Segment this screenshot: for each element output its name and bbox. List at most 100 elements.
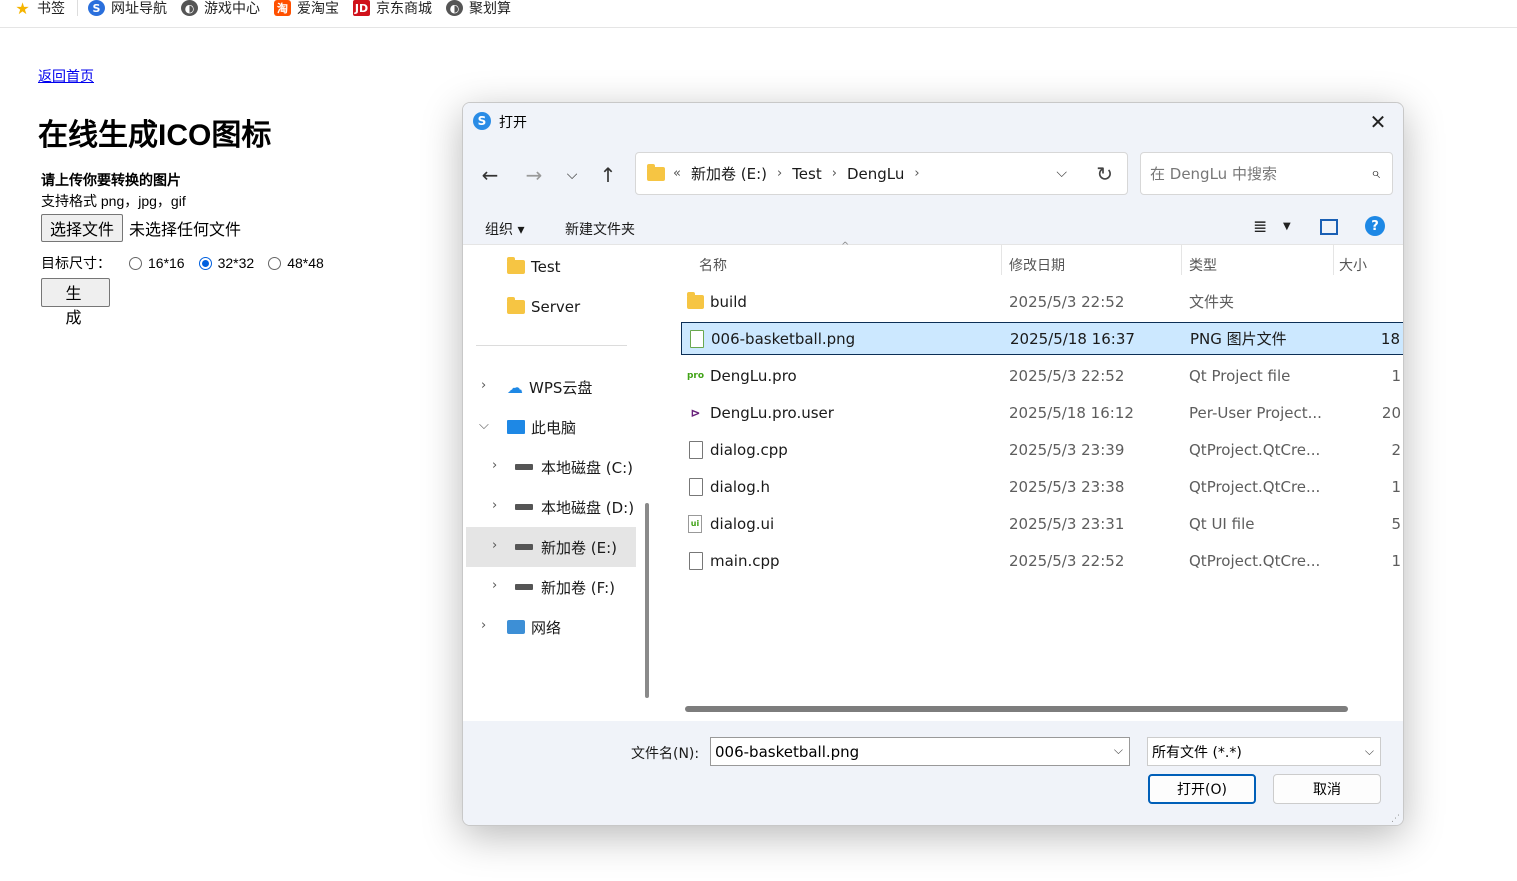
address-overflow[interactable]: «: [673, 166, 681, 181]
file-row-dialog-h[interactable]: dialog.h 2025/5/3 23:38 QtProject.QtCre.…: [681, 470, 1403, 503]
page-title: 在线生成ICO图标: [38, 119, 272, 152]
navigation-pane: Test Server › ☁ WPS云盘 ⌵ 此电脑 › 本地磁盘 (C:) …: [463, 245, 638, 721]
column-divider[interactable]: [1001, 245, 1002, 275]
taobao-icon: 淘: [274, 0, 291, 16]
up-arrow-icon[interactable]: ↑: [594, 161, 622, 189]
breadcrumb-drive[interactable]: 新加卷 (E:): [691, 163, 767, 184]
cancel-button[interactable]: 取消: [1273, 774, 1381, 804]
file-row-denglu-pro-user[interactable]: ⊳ DengLu.pro.user 2025/5/18 16:12 Per-Us…: [681, 396, 1403, 429]
nav-item-network[interactable]: 网络: [507, 607, 561, 647]
column-divider[interactable]: [1181, 245, 1182, 275]
file-row-dialog-ui[interactable]: ui dialog.ui 2025/5/3 23:31 Qt UI file 5: [681, 507, 1403, 540]
file-list-header: ^ 名称 修改日期 类型 大小: [661, 241, 1403, 279]
search-box[interactable]: 在 DengLu 中搜索 ⌕: [1140, 152, 1393, 195]
nav-item-drive-f[interactable]: 新加卷 (F:): [515, 567, 615, 607]
upload-title: 请上传你要转换的图片: [41, 172, 181, 188]
breadcrumb-chevron-icon[interactable]: ›: [777, 166, 782, 181]
breadcrumb-chevron-icon[interactable]: ›: [914, 166, 919, 181]
expand-chevron-icon[interactable]: ›: [492, 498, 497, 513]
view-options-chevron-icon[interactable]: ▼: [1283, 221, 1291, 232]
column-name[interactable]: 名称: [699, 255, 727, 275]
breadcrumb-denglu[interactable]: DengLu: [847, 165, 904, 183]
filter-dropdown-icon[interactable]: ⌵: [1365, 744, 1374, 759]
file-row-dialog-cpp[interactable]: dialog.cpp 2025/5/3 23:39 QtProject.QtCr…: [681, 433, 1403, 466]
resize-grip-icon[interactable]: ⋰: [1391, 814, 1400, 824]
address-dropdown-icon[interactable]: ⌵: [1056, 165, 1067, 181]
column-size[interactable]: 大小: [1339, 255, 1367, 275]
file-row-build[interactable]: build 2025/5/3 22:52 文件夹: [681, 285, 1403, 318]
size-option-label: 32*32: [217, 255, 255, 271]
file-row-denglu-pro[interactable]: pro DengLu.pro 2025/5/3 22:52 Qt Project…: [681, 359, 1403, 392]
nav-item-drive-d[interactable]: 本地磁盘 (D:): [515, 487, 634, 527]
expand-chevron-icon[interactable]: ›: [492, 578, 497, 593]
back-home-link[interactable]: 返回首页: [38, 68, 94, 84]
nav-item-server[interactable]: Server: [507, 287, 580, 327]
organize-menu[interactable]: 组织 ▾: [485, 219, 524, 239]
expand-chevron-icon[interactable]: ›: [481, 618, 486, 633]
bookmark-item[interactable]: S 网址导航: [88, 0, 167, 17]
expand-chevron-icon[interactable]: ›: [492, 538, 497, 553]
drive-icon: [515, 464, 533, 470]
size-radio-16[interactable]: [129, 256, 142, 270]
filename-dropdown-icon[interactable]: ⌵: [1114, 743, 1123, 758]
size-options: 目标尺寸： 16*16 32*32 48*48: [41, 253, 324, 273]
bookmark-item[interactable]: ◐ 游戏中心: [181, 0, 260, 17]
open-file-dialog: S 打开 ✕ ← → ⌵ ↑ « 新加卷 (E:) › Test › DengL…: [462, 102, 1404, 826]
png-icon: [688, 329, 705, 348]
nav-pane-scrollbar[interactable]: [645, 503, 649, 698]
column-date[interactable]: 修改日期: [1009, 255, 1065, 275]
nav-item-this-pc[interactable]: 此电脑: [507, 407, 576, 447]
search-input[interactable]: 在 DengLu 中搜索: [1150, 163, 1277, 184]
file-status: 未选择任何文件: [129, 222, 242, 239]
qt-pro-icon: pro: [686, 370, 705, 381]
dialog-titlebar: S 打开 ✕: [463, 103, 1403, 141]
help-icon[interactable]: ?: [1365, 216, 1385, 236]
vs-icon: ⊳: [690, 405, 701, 420]
bookmark-item[interactable]: 淘 爱淘宝: [274, 0, 339, 17]
folder-icon: [507, 297, 525, 314]
filename-input[interactable]: 006-basketball.png ⌵: [710, 737, 1130, 766]
close-icon[interactable]: ✕: [1365, 109, 1391, 135]
nav-item-test[interactable]: Test: [507, 247, 561, 287]
file-row-main-cpp[interactable]: main.cpp 2025/5/3 22:52 QtProject.QtCre.…: [681, 544, 1403, 577]
search-icon[interactable]: ⌕: [1371, 163, 1380, 183]
preview-pane-icon[interactable]: [1320, 219, 1338, 235]
game-icon: ◐: [181, 0, 198, 16]
nav-item-drive-c[interactable]: 本地磁盘 (C:): [515, 447, 633, 487]
drive-icon: [515, 584, 533, 590]
bookmark-bar: ★ 书签 S 网址导航 ◐ 游戏中心 淘 爱淘宝 JD 京东商城 ◐ 聚划算: [0, 0, 1517, 28]
filename-label: 文件名(N):: [631, 746, 700, 762]
drive-icon: [515, 504, 533, 510]
juhuasuan-icon: ◐: [446, 0, 463, 16]
bookmark-item[interactable]: JD 京东商城: [353, 0, 432, 17]
open-button[interactable]: 打开(O): [1148, 774, 1256, 804]
new-folder-button[interactable]: 新建文件夹: [565, 219, 635, 239]
file-row-basketball-png[interactable]: 006-basketball.png 2025/5/18 16:37 PNG 图…: [681, 322, 1403, 355]
dialog-title: 打开: [499, 115, 527, 131]
collapse-chevron-icon[interactable]: ⌵: [479, 418, 489, 433]
expand-chevron-icon[interactable]: ›: [492, 458, 497, 473]
folder-icon: [507, 257, 525, 274]
choose-file-button[interactable]: 选择文件: [41, 214, 124, 242]
breadcrumb-test[interactable]: Test: [792, 165, 822, 183]
bookmark-item[interactable]: ★ 书签: [14, 0, 65, 18]
file-type-filter[interactable]: 所有文件 (*.*) ⌵: [1147, 737, 1381, 766]
column-type[interactable]: 类型: [1189, 255, 1217, 275]
address-bar[interactable]: « 新加卷 (E:) › Test › DengLu › ⌵ ↻: [635, 152, 1128, 195]
computer-icon: [507, 420, 525, 434]
refresh-icon[interactable]: ↻: [1096, 162, 1113, 186]
view-list-icon[interactable]: ≣: [1253, 217, 1267, 237]
size-radio-32[interactable]: [198, 256, 212, 270]
generate-button[interactable]: 生 成: [41, 278, 110, 327]
nav-item-wps-cloud[interactable]: ☁ WPS云盘: [507, 367, 592, 407]
recent-chevron-icon[interactable]: ⌵: [558, 161, 586, 189]
back-arrow-icon[interactable]: ←: [476, 161, 504, 189]
column-divider[interactable]: [1333, 245, 1334, 275]
breadcrumb-chevron-icon[interactable]: ›: [832, 166, 837, 181]
bookmark-item[interactable]: ◐ 聚划算: [446, 0, 511, 17]
forward-arrow-icon[interactable]: →: [520, 161, 548, 189]
size-radio-48[interactable]: [268, 256, 282, 270]
upload-hint: 支持格式 png，jpg，gif: [41, 193, 186, 209]
expand-chevron-icon[interactable]: ›: [481, 378, 486, 393]
file-list-horizontal-scrollbar[interactable]: [685, 706, 1348, 712]
